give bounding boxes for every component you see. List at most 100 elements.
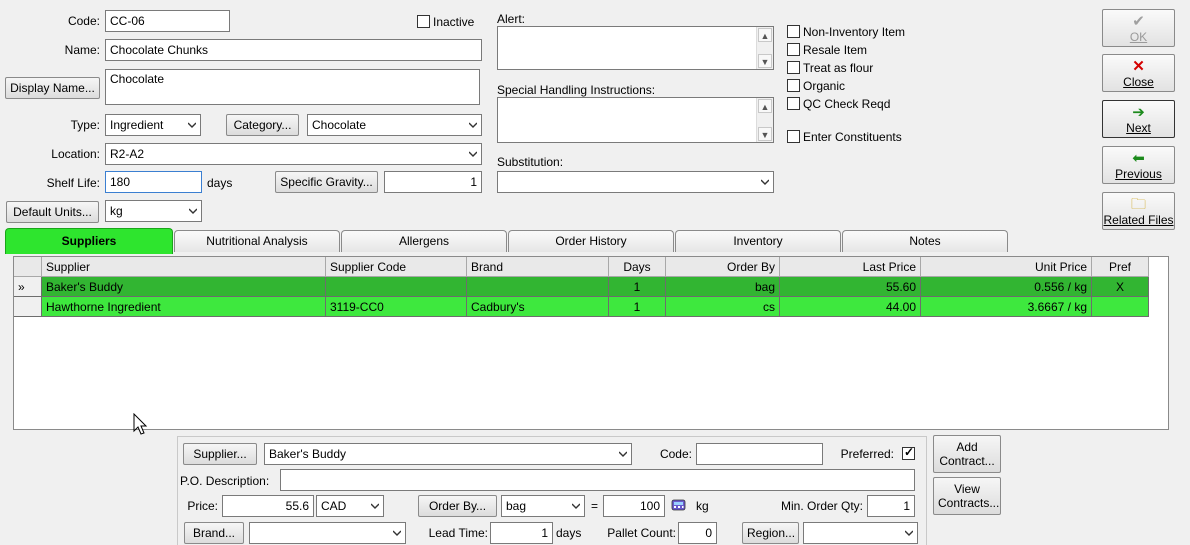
scroll-down-icon[interactable]: ▼ bbox=[758, 127, 772, 141]
cell-days: 1 bbox=[609, 297, 666, 317]
min-order-input[interactable]: 1 bbox=[867, 495, 915, 517]
add-contract-line2: Contract... bbox=[939, 454, 995, 468]
chevron-down-icon bbox=[393, 530, 401, 536]
order-by-select[interactable]: bag bbox=[501, 495, 585, 517]
related-files-label: Related Files bbox=[1103, 213, 1174, 227]
qc-check-checkbox[interactable] bbox=[787, 97, 800, 110]
shelf-life-unit: days bbox=[207, 176, 233, 190]
detail-code-label: Code: bbox=[659, 447, 692, 461]
add-contract-button[interactable]: Add Contract... bbox=[933, 435, 1001, 473]
tab-inventory[interactable]: Inventory bbox=[675, 230, 841, 252]
tab-notes[interactable]: Notes bbox=[842, 230, 1008, 252]
resale-checkbox[interactable] bbox=[787, 43, 800, 56]
special-handling-label: Special Handling Instructions: bbox=[497, 83, 656, 97]
price-input[interactable]: 55.6 bbox=[222, 495, 314, 517]
scroll-down-icon[interactable]: ▼ bbox=[758, 54, 772, 68]
name-input[interactable]: Chocolate Chunks bbox=[105, 39, 482, 61]
scrollbar[interactable]: ▲ ▼ bbox=[756, 27, 773, 69]
column-header-order-by[interactable]: Order By bbox=[666, 257, 780, 277]
resale-label: Resale Item bbox=[803, 43, 868, 57]
brand-button[interactable]: Brand... bbox=[184, 522, 244, 544]
chevron-down-icon bbox=[905, 530, 913, 536]
cell-supplier-code: 3119-CC0 bbox=[326, 297, 467, 317]
specific-gravity-button[interactable]: Specific Gravity... bbox=[275, 171, 378, 193]
add-contract-line1: Add bbox=[956, 440, 978, 454]
tab-order-history[interactable]: Order History bbox=[508, 230, 674, 252]
display-name-input[interactable]: Chocolate bbox=[105, 69, 480, 105]
next-button[interactable]: ➔ Next bbox=[1102, 100, 1175, 138]
column-header-pref[interactable]: Pref bbox=[1092, 257, 1149, 277]
substitution-label: Substitution: bbox=[497, 155, 564, 169]
shelf-life-input[interactable]: 180 bbox=[105, 171, 202, 193]
quantity-unit: kg bbox=[696, 499, 709, 513]
organic-checkbox[interactable] bbox=[787, 79, 800, 92]
tab-nutritional-analysis[interactable]: Nutritional Analysis bbox=[174, 230, 340, 252]
specific-gravity-input[interactable]: 1 bbox=[384, 171, 482, 193]
view-contracts-line2: Contracts... bbox=[938, 496, 1000, 510]
non-inventory-label: Non-Inventory Item bbox=[803, 25, 906, 39]
column-header-last-price[interactable]: Last Price bbox=[780, 257, 921, 277]
treat-as-flour-checkbox[interactable] bbox=[787, 61, 800, 74]
close-button[interactable]: ✕ Close bbox=[1102, 54, 1175, 92]
calculator-icon[interactable] bbox=[670, 497, 688, 513]
ok-label: OK bbox=[1129, 30, 1148, 44]
alert-textarea[interactable]: ▲ ▼ bbox=[497, 26, 774, 70]
ok-button[interactable]: ✔ OK bbox=[1102, 9, 1175, 47]
preferred-checkbox[interactable] bbox=[902, 445, 915, 460]
location-label: Location: bbox=[51, 147, 100, 161]
close-icon: ✕ bbox=[1132, 58, 1145, 75]
column-header-days[interactable]: Days bbox=[609, 257, 666, 277]
inactive-label: Inactive bbox=[433, 15, 475, 29]
substitution-select[interactable] bbox=[497, 171, 774, 193]
non-inventory-checkbox[interactable] bbox=[787, 25, 800, 38]
previous-button[interactable]: ⬅ Previous bbox=[1102, 146, 1175, 184]
special-handling-textarea[interactable]: ▲ ▼ bbox=[497, 97, 774, 143]
category-value: Chocolate bbox=[312, 118, 367, 132]
type-select[interactable]: Ingredient bbox=[105, 114, 201, 136]
currency-select[interactable]: CAD bbox=[316, 495, 384, 517]
checkmark-icon: ✔ bbox=[1132, 13, 1145, 30]
column-header-supplier[interactable]: Supplier bbox=[42, 257, 326, 277]
tab-allergens[interactable]: Allergens bbox=[341, 230, 507, 252]
type-label: Type: bbox=[70, 118, 100, 132]
lead-time-input[interactable]: 1 bbox=[490, 522, 553, 544]
inactive-checkbox[interactable] bbox=[417, 15, 430, 28]
organic-label: Organic bbox=[803, 79, 846, 93]
detail-code-input[interactable] bbox=[696, 443, 823, 465]
region-select[interactable] bbox=[803, 522, 918, 544]
quantity-input[interactable]: 100 bbox=[603, 495, 665, 517]
tab-suppliers[interactable]: Suppliers bbox=[5, 228, 173, 254]
column-header-supplier-code[interactable]: Supplier Code bbox=[326, 257, 467, 277]
column-header-brand[interactable]: Brand bbox=[467, 257, 609, 277]
related-files-button[interactable]: 🗀 Related Files bbox=[1102, 192, 1175, 230]
enter-constituents-label: Enter Constituents bbox=[803, 130, 902, 144]
scroll-up-icon[interactable]: ▲ bbox=[758, 99, 772, 113]
supplier-button[interactable]: Supplier... bbox=[183, 443, 257, 465]
qc-check-label: QC Check Reqd bbox=[803, 97, 891, 111]
chevron-down-icon bbox=[469, 151, 477, 157]
equals-sign: = bbox=[591, 499, 599, 513]
cell-days: 1 bbox=[609, 277, 666, 297]
region-button[interactable]: Region... bbox=[742, 522, 799, 544]
default-units-select[interactable]: kg bbox=[105, 200, 202, 222]
cell-brand bbox=[467, 277, 609, 297]
scrollbar[interactable]: ▲ ▼ bbox=[756, 98, 773, 142]
category-button[interactable]: Category... bbox=[226, 114, 299, 136]
suppliers-grid[interactable]: Supplier Supplier Code Brand Days Order … bbox=[13, 256, 1169, 430]
default-units-button[interactable]: Default Units... bbox=[6, 201, 99, 223]
view-contracts-button[interactable]: View Contracts... bbox=[933, 477, 1001, 515]
chevron-down-icon bbox=[469, 122, 477, 128]
pallet-count-input[interactable]: 0 bbox=[678, 522, 717, 544]
category-select[interactable]: Chocolate bbox=[307, 114, 482, 136]
display-name-button[interactable]: Display Name... bbox=[5, 77, 100, 99]
order-by-button[interactable]: Order By... bbox=[418, 495, 497, 517]
code-input[interactable]: CC-06 bbox=[105, 10, 230, 32]
column-header-unit-price[interactable]: Unit Price bbox=[921, 257, 1092, 277]
location-select[interactable]: R2-A2 bbox=[105, 143, 482, 165]
cell-last-price: 55.60 bbox=[780, 277, 921, 297]
enter-constituents-checkbox[interactable] bbox=[787, 130, 800, 143]
brand-select[interactable] bbox=[249, 522, 406, 544]
supplier-select[interactable]: Baker's Buddy bbox=[264, 443, 632, 465]
po-description-input[interactable] bbox=[280, 469, 915, 491]
scroll-up-icon[interactable]: ▲ bbox=[758, 28, 772, 42]
